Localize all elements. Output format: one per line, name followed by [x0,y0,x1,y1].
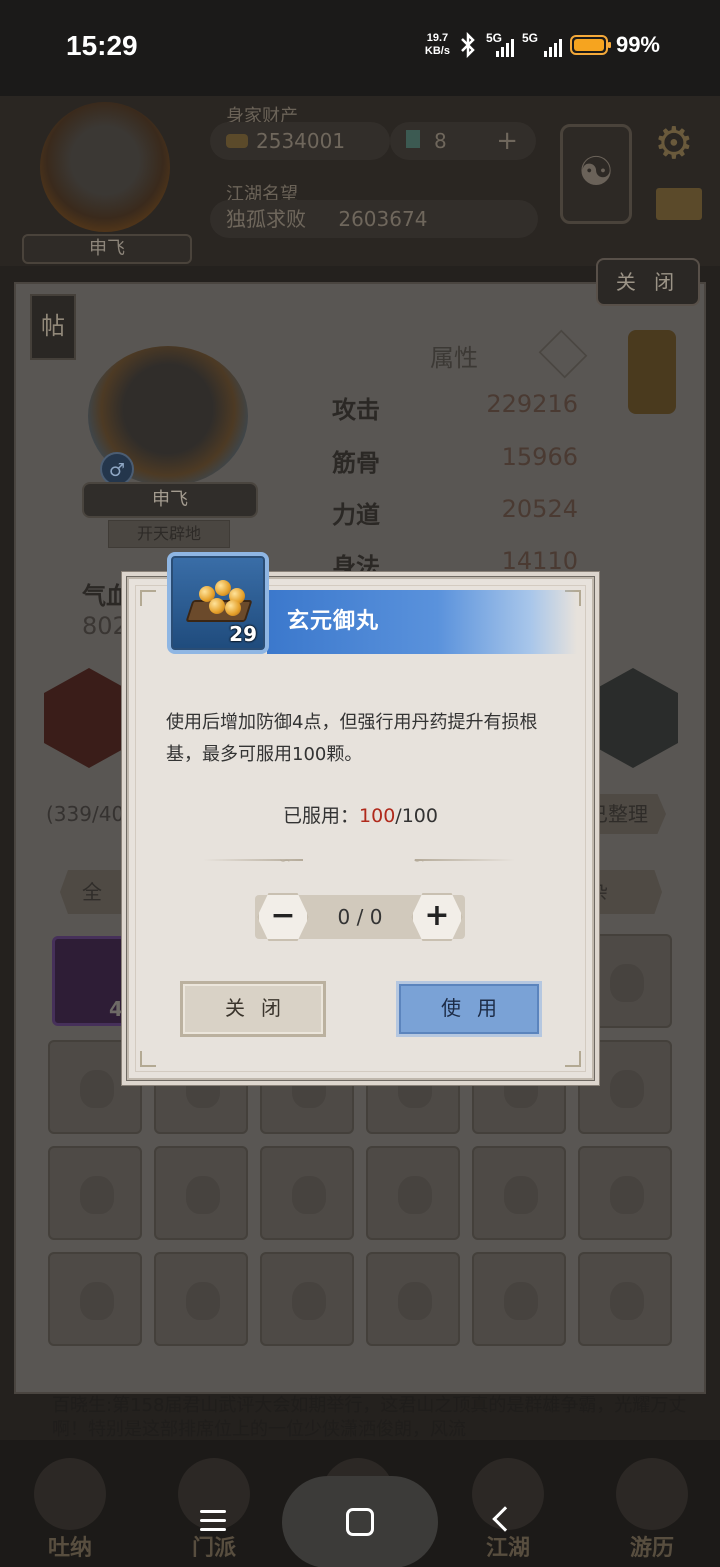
item-count: 29 [229,622,257,646]
inventory-slot[interactable] [154,1146,248,1240]
gem-field: 8 + [390,122,536,160]
attributes-header: 属性 [430,344,478,372]
gold-field: 2534001 [210,122,390,160]
divider [415,859,515,861]
decrease-button[interactable]: − [257,893,309,941]
battery-percent: 99% [615,32,660,57]
inventory-slot[interactable] [48,1252,142,1346]
inventory-slot[interactable] [366,1252,460,1346]
item-description: 使用后增加防御4点，但强行用丹药提升有损根基，最多可服用100颗。 [166,712,538,765]
news-ticker: 百晓生:第158届君山武评大会如期举行，这君山之顶真的是群雄争霸，光耀万丈啊！特… [52,1395,687,1440]
battery-icon [569,35,611,55]
signal-sim1-icon: 5G [486,31,514,57]
inventory-slot[interactable] [366,1146,460,1240]
tie-icon[interactable]: 帖 [30,294,76,360]
mail-icon[interactable] [656,188,702,220]
hp-value: 802 [82,612,128,640]
attr-row: 筋骨 15966 [332,443,578,477]
gender-male-icon: ♂ [100,452,134,486]
increase-button[interactable]: + [411,893,463,941]
fame-field: 独孤求败 2603674 [210,200,538,238]
player-name: 申飞 [22,234,192,264]
medal-icon[interactable] [628,330,676,414]
gear-icon[interactable]: ⚙ [654,118,693,169]
attr-row: 力道 20524 [332,495,578,529]
system-nav-bar [0,1476,720,1567]
inventory-slot[interactable] [472,1146,566,1240]
home-square-icon [346,1508,374,1536]
inventory-item-incense[interactable]: 49 [52,936,137,1026]
gem-icon [406,130,420,148]
quantity-stepper: − 0 / 0 + [255,893,465,941]
use-button[interactable]: 使用 [396,981,542,1037]
status-bar: 15:29 19.7 KB/s 5G 5G 99% [0,0,720,96]
item-name: 玄元御丸 [287,609,380,634]
screen: 15:29 19.7 KB/s 5G 5G 99% 申飞 身家财产 253400… [0,0,720,1567]
inventory-slot[interactable] [154,1252,248,1346]
game-header: 申飞 身家财产 2534001 8 + 江湖名望 独孤求败 2603674 ☯ … [0,96,720,266]
hp-label: 气血 [82,582,130,610]
character-name: 申飞 [82,482,258,518]
yin-yang-icon[interactable]: ☯ [560,124,632,224]
gold-ingot-icon [226,134,248,148]
status-icons: 19.7 KB/s 5G 5G 99% [424,31,660,58]
add-gems-button[interactable]: + [496,122,518,160]
panel-close-button[interactable]: 关 闭 [596,258,700,306]
inventory-slot[interactable] [578,1146,672,1240]
player-avatar[interactable] [40,102,170,232]
tab-misc[interactable]: 杂 物 [586,870,662,914]
bag-capacity: (339/408 [46,802,137,826]
quantity-value: 0 / 0 [337,905,383,929]
clock: 15:29 [66,30,138,61]
signal-sim2-icon: 5G [522,31,562,57]
inventory-slot[interactable] [578,1252,672,1346]
used-counter: 已服用：100/100 [283,805,438,827]
recents-menu-icon[interactable] [200,1510,234,1536]
inventory-slot[interactable] [472,1252,566,1346]
inventory-slot[interactable] [260,1146,354,1240]
back-chevron-icon[interactable] [492,1506,518,1532]
network-speed: 19.7 KB/s [424,32,450,57]
close-button[interactable]: 关闭 [180,981,326,1037]
item-icon-pills: 29 [167,552,269,654]
bluetooth-icon [461,32,475,58]
item-use-dialog: 玄元御丸 29 使用后增加防御4点，但强行用丹药提升有损根基，最多可服用100颗… [127,552,594,1080]
inventory-slot[interactable] [48,1146,142,1240]
attr-row: 攻击 229216 [332,390,578,424]
character-title: 开天辟地 [108,520,230,548]
inventory-slot[interactable] [260,1252,354,1346]
